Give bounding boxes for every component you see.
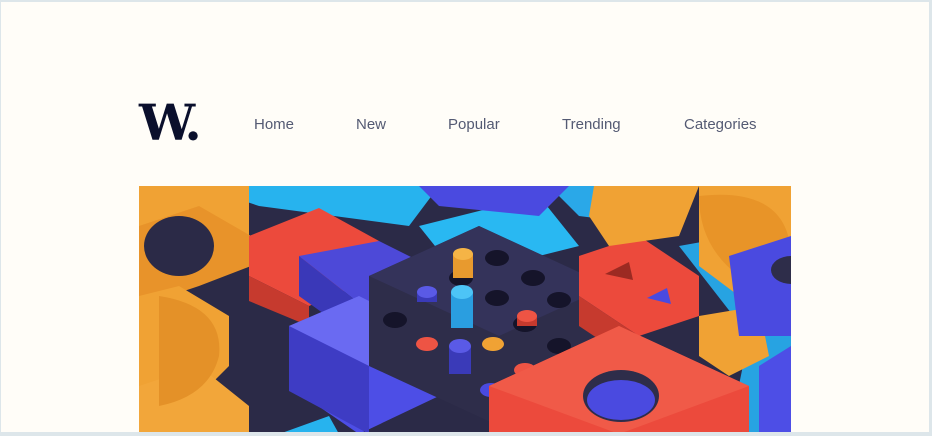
nav-item-trending[interactable]: Trending	[562, 115, 621, 135]
hero-image	[139, 186, 791, 432]
main-nav: Home New Popular Trending Categories	[1, 115, 929, 135]
nav-item-new[interactable]: New	[356, 115, 386, 135]
nav-item-categories[interactable]: Categories	[684, 115, 757, 135]
hero-illustration	[139, 186, 791, 432]
nav-item-home[interactable]: Home	[254, 115, 294, 135]
page: W. Home New Popular Trending Categories	[1, 2, 929, 432]
nav-item-popular[interactable]: Popular	[448, 115, 500, 135]
